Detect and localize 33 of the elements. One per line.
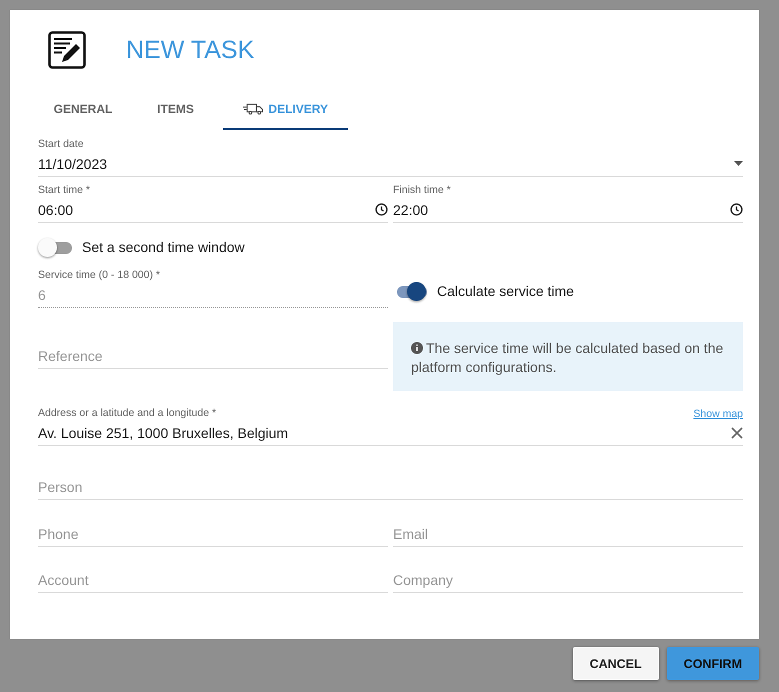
- text-field[interactable]: Company: [393, 568, 743, 593]
- field-label: Address or a latitude and a longitude *: [38, 407, 216, 420]
- show-map-link[interactable]: Show map: [693, 408, 743, 420]
- text-field[interactable]: Reference: [38, 344, 388, 369]
- text-field[interactable]: Phone: [38, 522, 388, 547]
- text-field[interactable]: Person: [38, 475, 743, 500]
- confirm-button[interactable]: CONFIRM: [666, 647, 759, 680]
- field-label: Start date: [38, 138, 85, 151]
- date-field[interactable]: 11/10/2023: [38, 156, 734, 172]
- field-label: Service time (0 - 18 000) *: [38, 269, 161, 282]
- field-label: Start time *: [38, 184, 91, 197]
- tab[interactable]: ITEMS: [138, 90, 213, 130]
- tab[interactable]: DELIVERY: [223, 90, 348, 130]
- info-icon: [411, 342, 423, 354]
- time-field[interactable]: 22:00: [393, 202, 730, 218]
- info-text: The service time will be calculated based on the platform configurations.: [411, 340, 724, 375]
- clear-icon[interactable]: [731, 426, 743, 438]
- toggle-label: Set a second time window: [82, 239, 245, 255]
- dialog-title: NEW TASK: [126, 36, 254, 64]
- truck-icon: [243, 103, 264, 115]
- edit-document-icon: [48, 31, 86, 69]
- toggle-label: Calculate service time: [437, 283, 574, 299]
- text-field[interactable]: Account: [38, 568, 388, 593]
- tab[interactable]: GENERAL: [28, 90, 138, 130]
- cancel-button[interactable]: CANCEL: [572, 647, 659, 680]
- time-field[interactable]: 06:00: [38, 202, 375, 218]
- text-field[interactable]: Email: [393, 522, 743, 547]
- toggle-switch[interactable]: [38, 237, 72, 257]
- clock-icon[interactable]: [730, 203, 743, 216]
- field-label: Finish time *: [393, 184, 452, 197]
- clock-icon[interactable]: [375, 203, 388, 216]
- address-field[interactable]: Av. Louise 251, 1000 Bruxelles, Belgium: [38, 424, 731, 440]
- dropdown-caret-icon[interactable]: [734, 161, 743, 166]
